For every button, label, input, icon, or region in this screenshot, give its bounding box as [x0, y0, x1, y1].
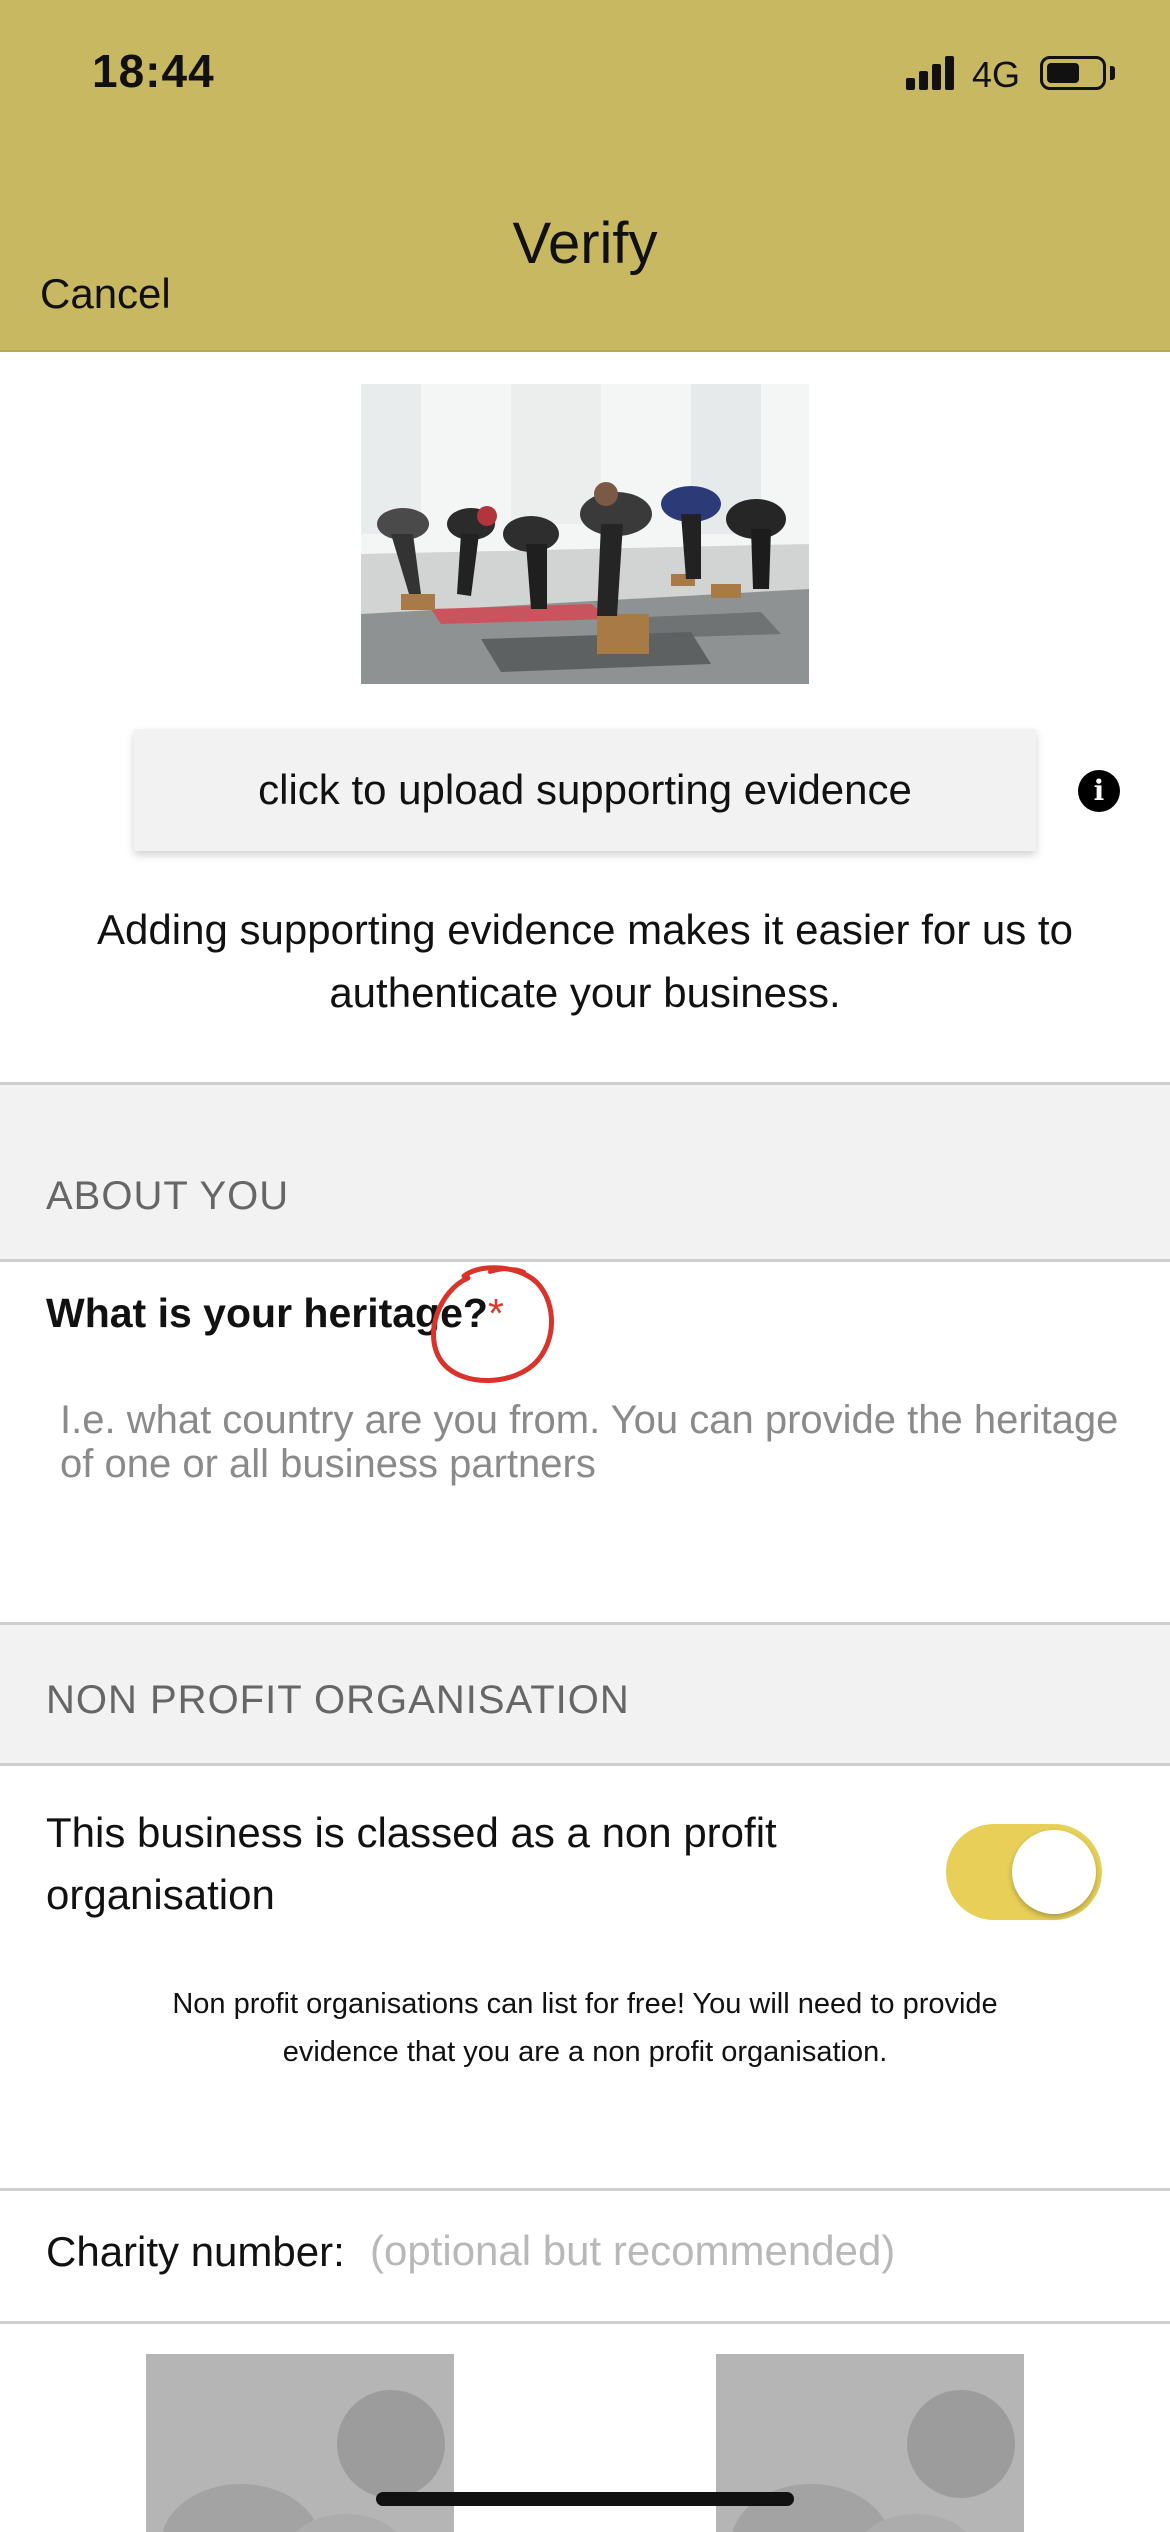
battery-fill [1047, 63, 1079, 83]
divider [0, 2188, 1170, 2191]
heritage-input[interactable] [60, 1398, 1120, 1508]
nav-header: 18:44 4G Verify Cancel [0, 0, 1170, 352]
non-profit-toggle[interactable] [946, 1824, 1102, 1920]
network-label: 4G [972, 54, 1021, 95]
section-title-non-profit: NON PROFIT ORGANISATION [46, 1678, 630, 1722]
section-header-about-you: ABOUT YOU [0, 1082, 1170, 1262]
red-circle-annotation [431, 1265, 554, 1383]
charity-number-label: Charity number: [46, 2228, 345, 2275]
battery-icon [1040, 56, 1106, 90]
non-profit-note: Non profit organisations can list for fr… [172, 1988, 998, 2068]
non-profit-toggle-label: This business is classed as a non profit… [46, 1809, 777, 1918]
section-title-about-you: ABOUT YOU [46, 1174, 290, 1218]
page-title: Verify [512, 211, 658, 276]
info-icon[interactable]: i [1078, 770, 1120, 812]
business-photo [361, 384, 809, 684]
divider [0, 2321, 1170, 2324]
status-time: 18:44 [92, 45, 215, 97]
upload-evidence-button[interactable]: click to upload supporting evidence [134, 729, 1036, 851]
charity-number-input[interactable] [370, 2218, 1130, 2284]
cancel-button[interactable]: Cancel [40, 270, 171, 318]
battery-nub [1110, 66, 1115, 80]
section-header-non-profit: NON PROFIT ORGANISATION [0, 1622, 1170, 1766]
toggle-knob [1012, 1830, 1096, 1914]
evidence-description: Adding supporting evidence makes it easi… [97, 906, 1073, 1016]
home-indicator[interactable] [376, 2492, 794, 2506]
signal-icon [906, 56, 958, 90]
